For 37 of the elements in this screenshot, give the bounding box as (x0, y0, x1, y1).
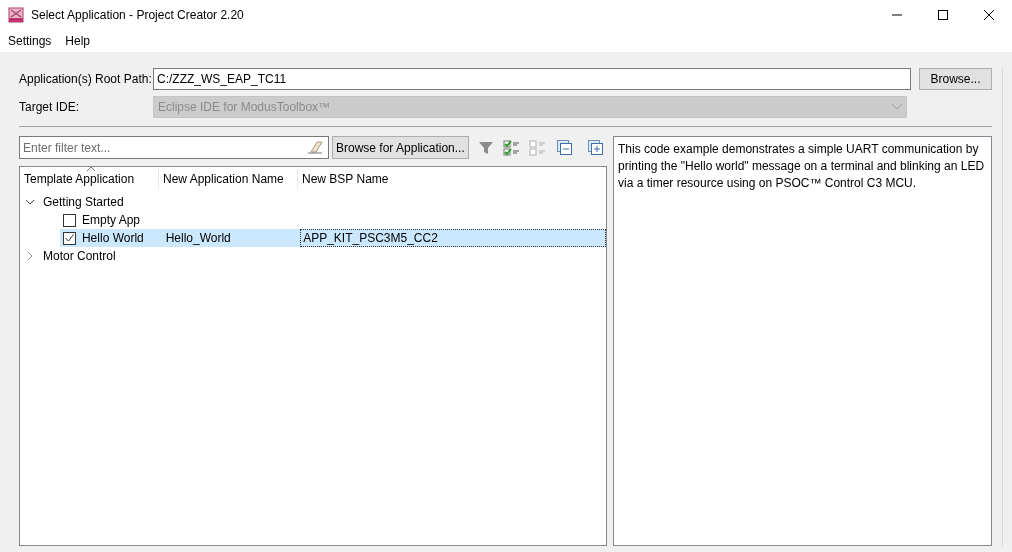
close-icon (984, 10, 994, 20)
tree-row[interactable]: Empty App (60, 211, 606, 229)
filter-icon[interactable] (477, 139, 494, 156)
menu-item[interactable]: Help (59, 31, 97, 51)
sort-icon (87, 167, 95, 171)
check-icon (64, 234, 74, 242)
column-header[interactable]: New BSP Name (302, 170, 389, 188)
chevron-down-icon[interactable] (26, 198, 34, 206)
field-label: Application(s) Root Path: (19, 71, 149, 88)
description-text: This code example demonstrates a simple UART communication by printing the "Hello world" message on a terminal and blinking an LED via a timer resource using on PSOC™ Control C3 MCU. (618, 141, 986, 192)
filter-field[interactable]: Enter filter text... (19, 136, 329, 159)
menu-item[interactable]: Settings (2, 31, 58, 51)
tree-item[interactable]: Motor Control (43, 247, 116, 265)
check-all-icon[interactable] (502, 139, 520, 156)
tree-item: Empty App (82, 212, 142, 229)
tree-item: Hello World (81, 230, 145, 247)
field-label: Target IDE: (19, 99, 81, 116)
column-header[interactable]: Template Application (24, 170, 135, 188)
column-header[interactable]: New Application Name (163, 170, 284, 188)
tree-row[interactable]: Hello World Hello_World APP_KIT_PSC3M5_CC2 (60, 229, 606, 247)
window-title: Select Application - Project Creator 2.20 (31, 7, 244, 24)
uncheck-all-icon[interactable] (528, 139, 546, 156)
eraser-icon[interactable] (307, 140, 323, 154)
collapse-all-icon[interactable] (556, 140, 572, 155)
chevron-down-icon (892, 104, 902, 110)
table-cell-text: Hello_World (164, 230, 232, 247)
maximize-icon (938, 10, 948, 20)
checkbox[interactable] (63, 231, 76, 245)
checkbox[interactable] (63, 213, 76, 227)
expand-all-icon[interactable] (587, 140, 603, 155)
app-icon (8, 7, 24, 23)
chevron-right-icon[interactable] (26, 252, 34, 260)
tree-item[interactable]: Getting Started (43, 193, 124, 211)
table-cell: APP_KIT_PSC3M5_CC2 (300, 229, 606, 247)
browse-button[interactable]: Browse... (919, 68, 992, 90)
root-path-field[interactable]: C:/ZZZ_WS_EAP_TC11 (153, 68, 911, 90)
browse-for-application-button[interactable]: Browse for Application... (332, 136, 469, 159)
